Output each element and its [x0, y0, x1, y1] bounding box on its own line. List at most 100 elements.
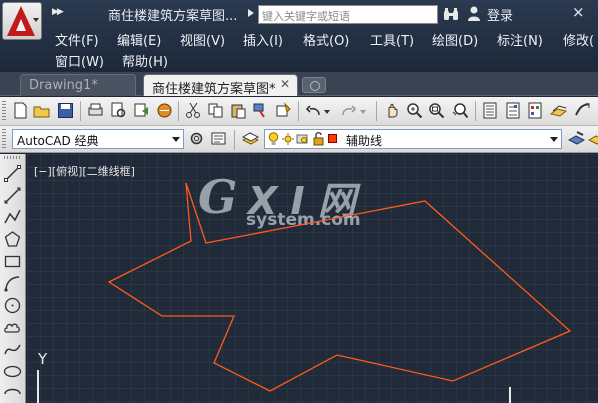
quick-access-expand-icon[interactable]: ▶▶ — [52, 7, 64, 17]
copy-icon[interactable] — [207, 102, 224, 119]
polygon-icon[interactable] — [3, 230, 22, 249]
paste-icon[interactable] — [230, 102, 247, 119]
viewport-controls-label[interactable]: [−][俯视][二维线框] — [34, 163, 135, 179]
toolbar-grip[interactable] — [2, 129, 6, 149]
polyline-icon[interactable] — [3, 208, 22, 227]
menu-dimension[interactable]: 标注(N) — [497, 30, 543, 49]
layer-previous-icon[interactable] — [588, 130, 598, 147]
ucs-marker — [509, 387, 511, 403]
tool-palettes-icon[interactable] — [527, 102, 544, 119]
menu-window[interactable]: 窗口(W) — [55, 51, 104, 70]
workspace-settings-icon[interactable] — [188, 130, 205, 147]
standard-toolbar — [0, 97, 598, 126]
customize-icon[interactable] — [210, 130, 227, 147]
block-editor-icon[interactable] — [275, 102, 292, 119]
undo-dropdown-icon[interactable] — [324, 110, 330, 114]
menu-modify[interactable]: 修改( — [563, 30, 594, 49]
unlock-icon — [313, 132, 324, 146]
zoom-previous-icon[interactable] — [452, 102, 469, 119]
3d-dwf-icon[interactable] — [156, 102, 173, 119]
workspace-select[interactable]: AutoCAD 经典 — [12, 129, 184, 149]
design-center-icon[interactable] — [505, 102, 522, 119]
layer-properties-icon[interactable] — [242, 130, 259, 147]
binoculars-icon[interactable] — [443, 6, 459, 22]
draw-toolbar — [0, 154, 26, 403]
toolbar-separator — [298, 101, 299, 121]
print-icon[interactable] — [87, 102, 104, 119]
redo-dropdown-icon[interactable] — [360, 110, 366, 114]
rectangle-icon[interactable] — [3, 252, 22, 271]
cut-icon[interactable] — [185, 102, 202, 119]
watermark-g: G — [198, 170, 238, 224]
ellipse-arc-icon[interactable] — [3, 384, 22, 403]
toolbar-separator — [178, 101, 179, 121]
toolbar-separator — [475, 101, 476, 121]
menu-help[interactable]: 帮助(H) — [122, 51, 168, 70]
plot-preview-icon[interactable] — [110, 102, 127, 119]
toolbar-separator — [234, 130, 235, 150]
toolbar-separator — [80, 101, 81, 121]
pan-hand-icon[interactable] — [384, 102, 401, 119]
watermark-system: system.com — [246, 210, 361, 230]
chevron-down-icon — [172, 137, 180, 142]
login-link[interactable]: 登录 — [487, 5, 513, 24]
chevron-down-icon — [33, 18, 39, 22]
toolbar-grip[interactable] — [2, 101, 6, 121]
viewport-freeze-icon — [296, 134, 308, 144]
tab-active-drawing[interactable]: 商住楼建筑方案草图* ✕ — [143, 74, 298, 97]
light-bulb-icon — [268, 132, 279, 145]
close-icon[interactable]: × — [572, 3, 585, 21]
publish-icon[interactable] — [133, 102, 150, 119]
new-tab-button[interactable] — [302, 77, 326, 93]
layer-color-swatch — [328, 134, 337, 143]
ucs-y-axis — [37, 370, 39, 403]
toolbar-separator — [376, 101, 377, 121]
autocad-window: ▶▶ 商住楼建筑方案草图... 键入关键字或短语 登录 × 文件(F) 编辑(E… — [0, 0, 598, 403]
construction-line-icon[interactable] — [3, 186, 22, 205]
tab-label: 商住楼建筑方案草图* — [152, 82, 276, 97]
menu-draw[interactable]: 绘图(D) — [432, 30, 478, 49]
sun-icon — [282, 133, 294, 145]
circle-icon[interactable] — [3, 296, 22, 315]
menu-tools[interactable]: 工具(T) — [370, 30, 414, 49]
layer-select[interactable]: 辅助线 — [264, 129, 562, 149]
workspace-value: AutoCAD 经典 — [17, 134, 99, 148]
menu-view[interactable]: 视图(V) — [180, 30, 225, 49]
redo-icon[interactable] — [340, 102, 357, 119]
title-bar: ▶▶ 商住楼建筑方案草图... 键入关键字或短语 登录 × 文件(F) 编辑(E… — [0, 0, 598, 72]
make-layer-current-icon[interactable] — [568, 130, 585, 147]
ellipse-icon[interactable] — [3, 362, 22, 381]
menu-edit[interactable]: 编辑(E) — [117, 30, 161, 49]
markup-set-manager-icon[interactable] — [574, 102, 591, 119]
menu-insert[interactable]: 插入(I) — [243, 30, 283, 49]
undo-icon[interactable] — [305, 102, 322, 119]
line-icon[interactable] — [3, 164, 22, 183]
new-file-icon[interactable] — [12, 102, 29, 119]
workspace-layer-toolbar: AutoCAD 经典 辅助线 — [0, 126, 598, 153]
search-input[interactable]: 键入关键字或短语 — [258, 5, 438, 24]
zoom-window-icon[interactable] — [428, 102, 445, 119]
file-tabs: Drawing1* 商住楼建筑方案草图* ✕ — [0, 72, 598, 97]
toolbar-grip[interactable] — [4, 156, 22, 159]
open-folder-icon[interactable] — [33, 102, 50, 119]
match-properties-icon[interactable] — [252, 102, 269, 119]
spline-icon[interactable] — [3, 340, 22, 359]
menu-format[interactable]: 格式(O) — [303, 30, 349, 49]
zoom-realtime-icon[interactable] — [406, 102, 423, 119]
layer-name: 辅助线 — [346, 134, 383, 148]
menu-file[interactable]: 文件(F) — [55, 30, 99, 49]
chevron-down-icon — [550, 137, 558, 142]
window-title: 商住楼建筑方案草图... — [108, 9, 238, 24]
ucs-y-label: Y — [38, 350, 48, 368]
arc-icon[interactable] — [3, 274, 22, 293]
save-icon[interactable] — [57, 102, 74, 119]
properties-icon[interactable] — [482, 102, 499, 119]
sheet-set-manager-icon[interactable] — [550, 102, 567, 119]
title-arrow-icon[interactable] — [248, 9, 254, 17]
tab-drawing1[interactable]: Drawing1* — [20, 74, 136, 96]
tab-label: Drawing1* — [29, 78, 98, 93]
close-icon[interactable]: ✕ — [280, 77, 290, 91]
revision-cloud-icon[interactable] — [3, 318, 22, 337]
menu-bar: 文件(F) 编辑(E) 视图(V) 插入(I) 格式(O) 工具(T) 绘图(D… — [0, 28, 598, 72]
user-icon[interactable] — [467, 6, 481, 21]
